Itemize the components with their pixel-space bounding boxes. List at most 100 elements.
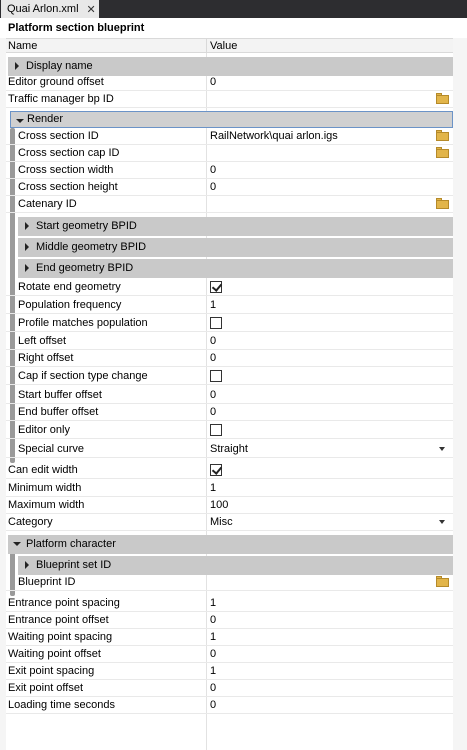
property-name: Loading time seconds (8, 699, 116, 711)
property-row-entrance-point-spacing[interactable]: Entrance point spacing 1 (6, 595, 453, 612)
group-start-geometry-bpid[interactable]: Start geometry BPID (18, 217, 453, 236)
property-value[interactable]: RailNetwork\quai arlon.igs (210, 130, 338, 142)
property-row-left-offset[interactable]: Left offset 0 (6, 333, 453, 350)
property-value[interactable]: 0 (210, 76, 216, 88)
property-value[interactable]: 1 (210, 299, 216, 311)
property-name: Cross section cap ID (18, 147, 120, 159)
expand-triangle-icon[interactable] (25, 222, 29, 230)
folder-icon[interactable] (436, 147, 449, 158)
property-value[interactable]: 0 (210, 164, 216, 176)
tab-close-icon[interactable]: ✕ (87, 3, 96, 16)
property-name: Left offset (18, 335, 67, 347)
property-value[interactable]: 0 (210, 614, 216, 626)
rotate-end-geometry-checkbox[interactable] (210, 281, 222, 293)
group-label: End geometry BPID (36, 262, 134, 274)
property-row-can-edit-width[interactable]: Can edit width (6, 462, 453, 479)
name-column-header[interactable]: Name (8, 40, 37, 52)
group-label: Display name (26, 60, 93, 72)
document-tab-bar: Quai Arlon.xml ✕ (0, 0, 467, 18)
profile-matches-population-checkbox[interactable] (210, 317, 222, 329)
editor-only-checkbox[interactable] (210, 424, 222, 436)
group-platform-character[interactable]: Platform character (8, 535, 453, 554)
property-row-minimum-width[interactable]: Minimum width 1 (6, 480, 453, 497)
property-row-blueprint-id[interactable]: Blueprint ID (6, 574, 453, 591)
group-end-geometry-bpid[interactable]: End geometry BPID (18, 259, 453, 278)
scrollbar[interactable] (453, 38, 467, 750)
cap-if-section-type-change-checkbox[interactable] (210, 370, 222, 382)
property-value[interactable]: 0 (210, 648, 216, 660)
property-row-loading-time-seconds[interactable]: Loading time seconds 0 (6, 697, 453, 714)
property-row-end-buffer-offset[interactable]: End buffer offset 0 (6, 404, 453, 421)
panel-title: Platform section blueprint (0, 18, 467, 38)
folder-icon[interactable] (436, 93, 449, 104)
property-row-special-curve[interactable]: Special curve Straight (6, 441, 453, 458)
property-name: Right offset (18, 352, 74, 364)
expand-triangle-icon[interactable] (25, 561, 29, 569)
group-label: Blueprint set ID (36, 559, 112, 571)
property-value[interactable]: 0 (210, 181, 216, 193)
property-value[interactable]: 0 (210, 682, 216, 694)
property-row-maximum-width[interactable]: Maximum width 100 (6, 497, 453, 514)
property-row-cap-if-section-type-change[interactable]: Cap if section type change (6, 368, 453, 385)
folder-icon[interactable] (436, 130, 449, 141)
property-value[interactable]: 0 (210, 699, 216, 711)
property-name: Minimum width (8, 482, 82, 494)
group-middle-geometry-bpid[interactable]: Middle geometry BPID (18, 238, 453, 257)
property-value[interactable]: 0 (210, 406, 216, 418)
property-row-rotate-end-geometry[interactable]: Rotate end geometry (6, 279, 453, 296)
property-row-entrance-point-offset[interactable]: Entrance point offset 0 (6, 612, 453, 629)
expand-triangle-icon[interactable] (25, 264, 29, 272)
property-name: Profile matches population (18, 317, 148, 329)
special-curve-select[interactable]: Straight (210, 443, 248, 455)
group-blueprint-set-id[interactable]: Blueprint set ID (18, 556, 453, 575)
property-value[interactable]: 0 (210, 352, 216, 364)
property-row-cross-section-id[interactable]: Cross section ID RailNetwork\quai arlon.… (6, 128, 453, 145)
column-splitter[interactable] (206, 39, 207, 52)
property-row-cross-section-cap-id[interactable]: Cross section cap ID (6, 145, 453, 162)
property-row-right-offset[interactable]: Right offset 0 (6, 350, 453, 367)
property-row-traffic-manager-bp-id[interactable]: Traffic manager bp ID (6, 91, 453, 108)
property-value[interactable]: 1 (210, 631, 216, 643)
property-value[interactable]: 1 (210, 482, 216, 494)
property-value[interactable]: 0 (210, 389, 216, 401)
value-column-header[interactable]: Value (210, 40, 237, 52)
property-name: Traffic manager bp ID (8, 93, 114, 105)
expand-triangle-icon[interactable] (15, 62, 19, 70)
property-row-catenary-id[interactable]: Catenary ID (6, 196, 453, 213)
group-label: Start geometry BPID (36, 220, 137, 232)
can-edit-width-checkbox[interactable] (210, 464, 222, 476)
property-row-profile-matches-population[interactable]: Profile matches population (6, 315, 453, 332)
group-render[interactable]: Render (11, 112, 452, 127)
folder-icon[interactable] (436, 576, 449, 587)
property-row-waiting-point-spacing[interactable]: Waiting point spacing 1 (6, 629, 453, 646)
property-name: Editor ground offset (8, 76, 104, 88)
property-value[interactable]: 1 (210, 665, 216, 677)
property-row-population-frequency[interactable]: Population frequency 1 (6, 297, 453, 314)
scrollbar-thumb[interactable] (457, 42, 463, 746)
collapse-triangle-icon[interactable] (16, 119, 24, 123)
property-name: Cap if section type change (18, 370, 148, 382)
expand-triangle-icon[interactable] (25, 243, 29, 251)
property-name: Population frequency (18, 299, 122, 311)
chevron-down-icon[interactable] (439, 520, 445, 524)
chevron-down-icon[interactable] (439, 447, 445, 451)
category-select[interactable]: Misc (210, 516, 233, 528)
property-row-cross-section-height[interactable]: Cross section height 0 (6, 179, 453, 196)
property-row-category[interactable]: Category Misc (6, 514, 453, 531)
property-row-waiting-point-offset[interactable]: Waiting point offset 0 (6, 646, 453, 663)
property-row-editor-ground-offset[interactable]: Editor ground offset 0 (6, 74, 453, 91)
property-name: Special curve (18, 443, 85, 455)
folder-icon[interactable] (436, 198, 449, 209)
property-value[interactable]: 0 (210, 335, 216, 347)
property-row-exit-point-spacing[interactable]: Exit point spacing 1 (6, 663, 453, 680)
property-name: Exit point spacing (8, 665, 95, 677)
document-tab[interactable]: Quai Arlon.xml ✕ (1, 0, 99, 18)
property-row-cross-section-width[interactable]: Cross section width 0 (6, 162, 453, 179)
property-row-exit-point-offset[interactable]: Exit point offset 0 (6, 680, 453, 697)
property-row-start-buffer-offset[interactable]: Start buffer offset 0 (6, 387, 453, 404)
collapse-triangle-icon[interactable] (13, 542, 21, 546)
property-value[interactable]: 1 (210, 597, 216, 609)
property-row-editor-only[interactable]: Editor only (6, 422, 453, 439)
property-value[interactable]: 100 (210, 499, 228, 511)
property-name: Cross section ID (18, 130, 99, 142)
